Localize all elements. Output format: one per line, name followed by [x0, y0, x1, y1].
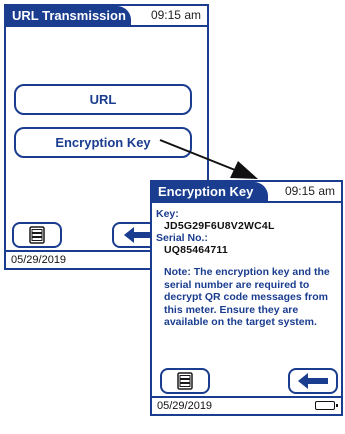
encryption-details: Key: JD5G29F6U8V2WC4L Serial No.: UQ8546… — [156, 208, 337, 329]
battery-icon — [315, 401, 338, 410]
key-label: Key: — [156, 208, 179, 220]
clock-time: 09:15 am — [150, 8, 201, 22]
encryption-key-button[interactable]: Encryption Key — [14, 127, 192, 158]
encryption-key-screen: Encryption Key 09:15 am Key: JD5G29F6U8V… — [150, 180, 343, 416]
screen-title: Encryption Key — [152, 182, 268, 201]
note-text: Note: The encryption key and the serial … — [164, 266, 330, 328]
date-label: 05/29/2019 — [157, 400, 213, 412]
menu-button[interactable] — [160, 368, 210, 394]
menu-list-icon — [29, 226, 45, 244]
back-arrow-icon — [298, 373, 328, 389]
url-button[interactable]: URL — [14, 84, 192, 115]
date-label: 05/29/2019 — [11, 254, 67, 266]
key-value: JD5G29F6U8V2WC4L — [164, 220, 275, 232]
menu-button[interactable] — [12, 222, 62, 248]
status-bar: 05/29/2019 — [152, 396, 341, 414]
title-bar: Encryption Key 09:15 am — [152, 182, 341, 203]
back-button[interactable] — [288, 368, 338, 394]
serial-value: UQ85464711 — [164, 244, 228, 256]
title-bar: URL Transmission 09:15 am — [6, 6, 207, 27]
menu-list-icon — [177, 372, 193, 390]
clock-time: 09:15 am — [284, 184, 335, 198]
screen-title: URL Transmission — [6, 6, 131, 25]
serial-label: Serial No.: — [156, 232, 208, 244]
